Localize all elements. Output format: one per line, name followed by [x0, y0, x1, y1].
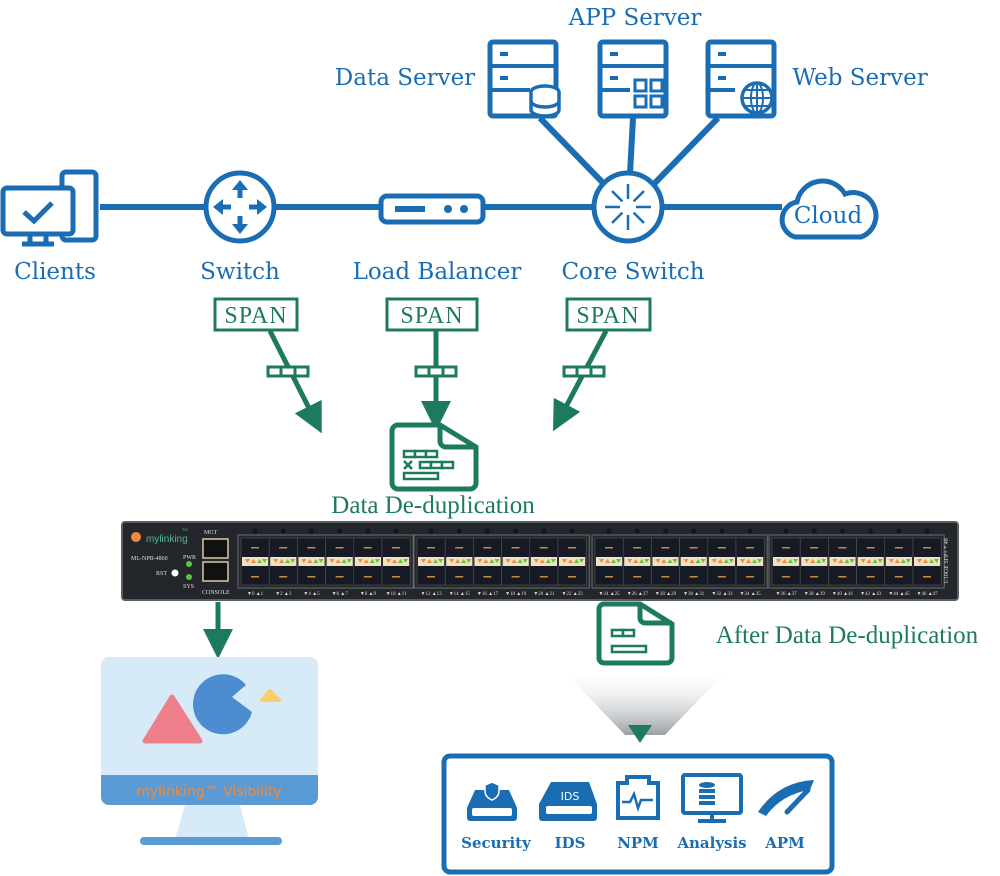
- mgt-port[interactable]: [202, 538, 229, 559]
- port-number-label: ▼4 ▲5: [303, 592, 320, 597]
- diagram-canvas: Clients Switch Load Balancer Core Switch…: [0, 5, 979, 875]
- data-server-icon: [487, 39, 561, 119]
- span-label: SPAN: [400, 303, 463, 329]
- link-app-server: [627, 117, 636, 175]
- core-switch-icon: [591, 170, 665, 244]
- switch-icon: [203, 170, 277, 244]
- app-server-icon: [597, 39, 669, 119]
- packet-icon: [414, 365, 458, 378]
- rst-label: RST: [156, 571, 167, 577]
- tool-security-label: Security: [461, 834, 532, 852]
- packet-icon: [562, 365, 606, 378]
- pwr-led: [186, 561, 192, 567]
- cloud-label: Cloud: [794, 203, 863, 229]
- reset-button[interactable]: [171, 569, 179, 577]
- link-web-server: [649, 115, 721, 189]
- port-number-label: ▼20 ▲21: [533, 592, 555, 597]
- port-number-label: ▼18 ▲19: [505, 592, 527, 597]
- span-tap-core-switch: SPAN: [552, 297, 652, 432]
- port-number-label: ▼8 ▲9: [360, 592, 377, 597]
- port-number-label: ▼42 ▲43: [860, 592, 882, 597]
- data-server-label: Data Server: [335, 65, 475, 91]
- console-port[interactable]: [202, 561, 229, 582]
- span-tap-switch: SPAN: [213, 297, 322, 434]
- port-number-label: ▼26 ▲27: [627, 592, 649, 597]
- ids-badge: IDS: [561, 790, 580, 803]
- clients-icon: [0, 169, 99, 247]
- port-number-label: ▼14 ▲15: [449, 592, 471, 597]
- switch-label: Switch: [200, 259, 280, 285]
- span-tap-load-balancer: SPAN: [385, 297, 479, 431]
- model-label: ML-NPB-4860: [131, 556, 168, 562]
- link-data-server: [537, 115, 609, 189]
- clients-label: Clients: [14, 259, 96, 285]
- port-number-label: ▼22 ▲23: [562, 592, 584, 597]
- port-number-label: ▼36 ▲37: [776, 592, 798, 597]
- sys-led: [186, 574, 192, 580]
- monitor-base: [140, 837, 282, 845]
- visibility-caption: mylinking™ Visibility: [136, 784, 281, 800]
- tool-ids-label: IDS: [555, 834, 586, 852]
- port-number-label: ▼30 ▲31: [683, 592, 705, 597]
- port-number-label: ▼12 ▲13: [421, 592, 443, 597]
- port-number-label: ▼2 ▲3: [275, 592, 292, 597]
- data-deduplication-label: Data De-duplication: [331, 492, 535, 519]
- span-label: SPAN: [224, 303, 287, 329]
- side-port-label: 1/10GE SFP+ * 48: [944, 538, 950, 584]
- port-number-label: ▼16 ▲17: [477, 592, 499, 597]
- npm-port-icon: [616, 775, 660, 820]
- port-number-label: ▼40 ▲41: [832, 592, 854, 597]
- web-server-icon: [705, 39, 777, 119]
- brand-logo-icon: [131, 532, 141, 542]
- span-label: SPAN: [576, 303, 639, 329]
- tool-npm-label: NPM: [617, 834, 659, 852]
- port-number-label: ▼38 ▲39: [804, 592, 826, 597]
- tool-analysis-label: Analysis: [676, 834, 746, 852]
- port-number-label: ▼24 ▲25: [599, 592, 621, 597]
- visibility-monitor: mylinking™ Visibility: [101, 657, 318, 845]
- port-number-label: ▼0 ▲1: [247, 592, 264, 597]
- funnel-gradient: [560, 667, 730, 735]
- console-label: CONSOLE: [202, 590, 230, 596]
- tool-apm-label: APM: [764, 834, 805, 852]
- mgt-label: MGT: [204, 530, 218, 536]
- network-deduplication-diagram: Clients Switch Load Balancer Core Switch…: [0, 0, 1000, 876]
- load-balancer-icon: [378, 193, 486, 225]
- analysis-monitor-icon: [681, 773, 743, 823]
- port-number-label: ▼6 ▲7: [332, 592, 349, 597]
- web-server-label: Web Server: [792, 65, 927, 91]
- sys-label: SYS: [183, 584, 194, 590]
- load-balancer-label: Load Balancer: [353, 259, 522, 285]
- deduplicated-data-file-icon: [596, 601, 675, 666]
- port-number-label: ▼34 ▲35: [740, 592, 762, 597]
- brand-logo: mylinking: [146, 534, 188, 545]
- port-number-label: ▼46 ▲47: [917, 592, 939, 597]
- duplicate-data-file-icon: [389, 422, 479, 492]
- core-switch-label: Core Switch: [561, 259, 704, 285]
- app-server-label: APP Server: [568, 5, 702, 31]
- after-deduplication-label: After Data De-duplication: [716, 622, 979, 649]
- trademark: TM: [182, 527, 188, 532]
- port-number-label: ▼44 ▲45: [888, 592, 910, 597]
- port-number-label: ▼10 ▲11: [386, 592, 407, 597]
- monitoring-tools-panel: IDS Security IDS NPM Analysis APM: [441, 753, 835, 875]
- network-packet-broker-device: mylinking TM ML-NPB-4860 PWR SYS RST MGT…: [121, 521, 959, 601]
- port-number-label: ▼28 ▲29: [655, 592, 677, 597]
- port-number-label: ▼32 ▲33: [711, 592, 733, 597]
- packet-icon: [266, 365, 310, 378]
- pwr-label: PWR: [183, 555, 196, 561]
